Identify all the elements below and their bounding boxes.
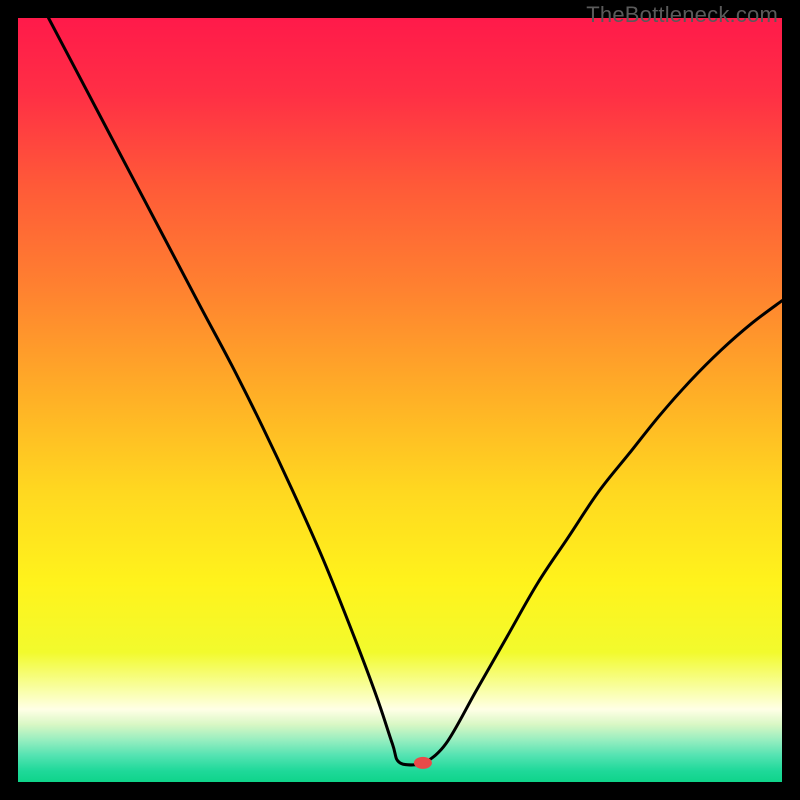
chart-frame bbox=[18, 18, 782, 782]
gradient-background bbox=[18, 18, 782, 782]
watermark-label: TheBottleneck.com bbox=[586, 2, 778, 28]
optimal-marker bbox=[414, 757, 432, 769]
bottleneck-chart bbox=[18, 18, 782, 782]
